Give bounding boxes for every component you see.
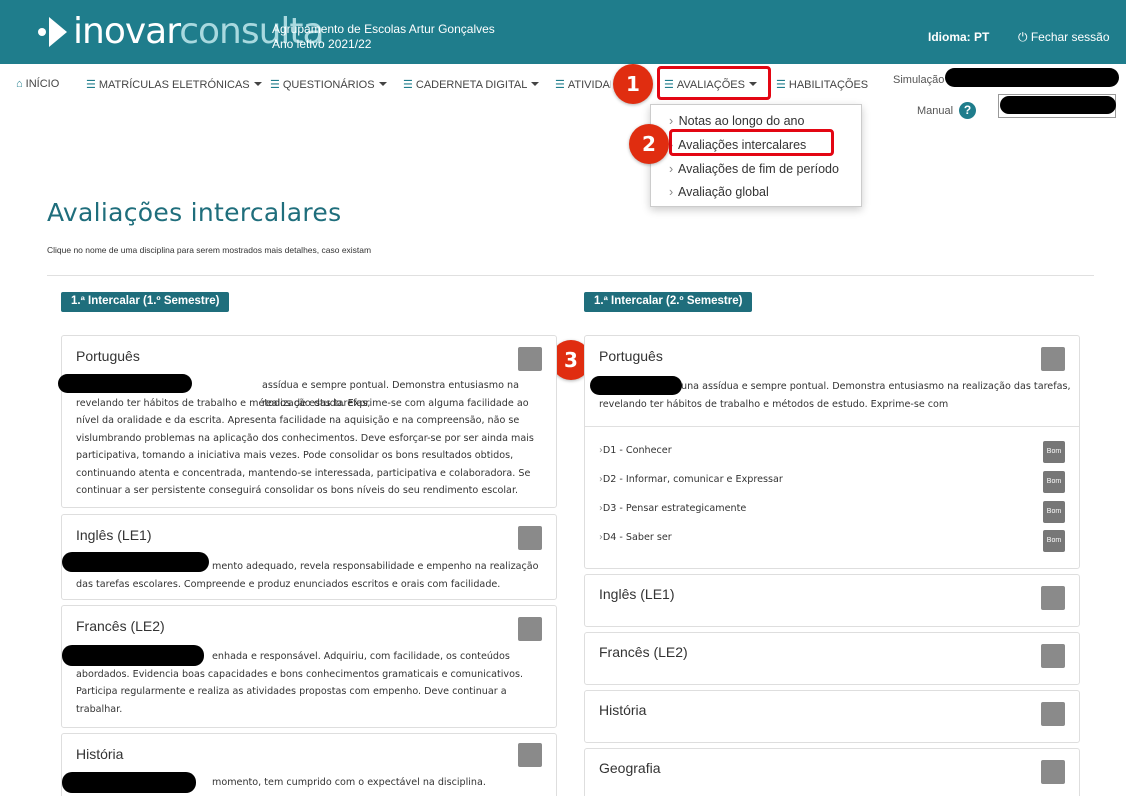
expand-button[interactable]	[1041, 644, 1065, 668]
subject-title[interactable]: Português	[76, 348, 140, 364]
subject-title[interactable]: Inglês (LE1)	[599, 586, 674, 602]
subject-title[interactable]: Geografia	[599, 760, 660, 776]
domain-row: ›D4 - Saber ser	[599, 532, 672, 543]
comment-line: revelando ter hábitos de trabalho e méto…	[76, 397, 529, 409]
expand-button[interactable]	[1041, 760, 1065, 784]
comment-line: nível da oralidade e da escrita. Apresen…	[76, 415, 520, 426]
page-subtitle: Clique no nome de uma disciplina para se…	[47, 245, 372, 255]
subject-title[interactable]: Francês (LE2)	[76, 618, 165, 634]
manual-link[interactable]: Manual?	[917, 102, 977, 119]
school-year: Ano letivo 2021/22	[272, 37, 372, 51]
comment-line: trabalhar.	[76, 703, 123, 715]
list-icon: ☰	[776, 79, 786, 91]
list-icon: ☰	[86, 79, 96, 91]
subject-title[interactable]: História	[76, 746, 123, 762]
school-info: Agrupamento de Escolas Artur Gonçalves A…	[272, 22, 495, 52]
subject-title[interactable]: Português	[599, 348, 663, 364]
dropdown-item-fim-periodo[interactable]: › Avaliações de fim de período	[669, 162, 839, 176]
expand-button[interactable]	[1041, 586, 1065, 610]
redacted-name	[62, 552, 209, 572]
comment-line: enhada e responsável. Adquiriu, com faci…	[212, 651, 510, 662]
comment-line: revelando ter hábitos de trabalho e méto…	[599, 398, 949, 410]
top-header: inovarconsulta Agrupamento de Escolas Ar…	[0, 0, 1126, 64]
dropdown-item-global[interactable]: › Avaliação global	[669, 185, 769, 199]
page-title: Avaliações intercalares	[47, 198, 342, 227]
comment-line: continuar a ser persistente conseguirá c…	[76, 485, 519, 496]
subject-title[interactable]: História	[599, 702, 646, 718]
annotation-badge-1: 1	[613, 64, 653, 104]
comment-line: abordados. Evidencia boas capacidades e …	[76, 668, 524, 680]
chevron-right-icon: ›	[669, 114, 674, 128]
nav-habilitacoes[interactable]: ☰ HABILITAÇÕES	[776, 78, 868, 91]
subject-title[interactable]: Inglês (LE1)	[76, 527, 151, 543]
expand-button[interactable]	[518, 526, 542, 550]
highlight-intercalares	[669, 129, 834, 156]
domain-row: ›D1 - Conhecer	[599, 445, 672, 456]
expand-button[interactable]	[518, 617, 542, 641]
subject-panel-historia-2: História	[584, 690, 1080, 743]
comment-line: mento adequado, revela responsabilidade …	[212, 561, 539, 572]
expand-button[interactable]	[1041, 702, 1065, 726]
redacted-name	[62, 645, 204, 666]
subject-panel-geografia: Geografia	[584, 748, 1080, 796]
divider	[47, 275, 1094, 276]
nav-atividades[interactable]: ☰ATIVIDADES	[555, 78, 611, 91]
section-label-1-semestre: 1.ª Intercalar (1.º Semestre)	[61, 292, 230, 312]
comment-line: das tarefas escolares. Compreende e prod…	[76, 578, 501, 590]
highlight-avaliacoes	[657, 66, 771, 100]
comment-line: participativa, tomando a iniciativa mais…	[76, 450, 514, 461]
subject-panel-portugues-2: Português una assídua e sempre pontual. …	[584, 335, 1080, 569]
dropdown-item-notas[interactable]: › Notas ao longo do ano	[669, 114, 804, 128]
school-name: Agrupamento de Escolas Artur Gonçalves	[272, 22, 495, 36]
expand-button[interactable]	[518, 347, 542, 371]
list-icon: ☰	[403, 79, 413, 91]
power-icon: ⏻	[1018, 30, 1031, 44]
grade-badge: Bom	[1043, 501, 1065, 523]
subject-panel-frances: Francês (LE2) enhada e responsável. Adqu…	[61, 605, 557, 728]
subject-panel-portugues: Português assídua e sempre pontual. Demo…	[61, 335, 557, 508]
annotation-badge-2: 2	[629, 124, 669, 164]
logo-mark-icon	[38, 17, 67, 47]
subject-panel-frances-2: Francês (LE2)	[584, 632, 1080, 685]
comment-line: momento, tem cumprido com o expectável n…	[212, 777, 486, 788]
nav-inicio[interactable]: ⌂ INÍCIO	[16, 78, 59, 90]
nav-matriculas[interactable]: ☰ MATRÍCULAS ELETRÓNICAS	[86, 78, 262, 91]
comment-line: Participa regularmente e realiza as ativ…	[76, 686, 507, 697]
comment-line: vislumbrando problemas na aplicação dos …	[76, 432, 534, 444]
caret-down-icon	[531, 82, 540, 86]
grade-badge: Bom	[1043, 471, 1065, 493]
chevron-right-icon: ›	[669, 185, 674, 199]
redacted-name	[590, 376, 682, 395]
list-icon: ☰	[555, 79, 565, 91]
comment-line: continuando atenta e concentrada, manten…	[76, 467, 531, 479]
logout-button[interactable]: ⏻ Fechar sessão	[1018, 30, 1110, 45]
redacted-name	[62, 772, 196, 793]
domain-row: ›D2 - Informar, comunicar e Expressar	[599, 474, 783, 485]
nav-caderneta[interactable]: ☰ CADERNETA DIGITAL	[403, 78, 540, 91]
section-label-2-semestre: 1.ª Intercalar (2.º Semestre)	[584, 292, 753, 312]
nav-questionarios[interactable]: ☰ QUESTIONÁRIOS	[270, 78, 387, 91]
home-icon: ⌂	[16, 78, 23, 90]
chevron-right-icon: ›	[669, 162, 674, 176]
subject-title[interactable]: Francês (LE2)	[599, 644, 688, 660]
grade-badge: Bom	[1043, 441, 1065, 463]
redacted-name	[58, 374, 192, 393]
expand-button[interactable]	[1041, 347, 1065, 371]
redacted-input	[1000, 96, 1116, 114]
redacted-simulation	[945, 68, 1119, 87]
grade-badge: Bom	[1043, 530, 1065, 552]
expand-button[interactable]	[518, 743, 542, 767]
caret-down-icon	[253, 82, 262, 86]
subject-panel-ingles-2: Inglês (LE1)	[584, 574, 1080, 627]
list-icon: ☰	[270, 79, 280, 91]
help-icon: ?	[959, 102, 977, 119]
language-selector[interactable]: Idioma: PT	[928, 30, 989, 44]
domain-row: ›D3 - Pensar estrategicamente	[599, 503, 747, 514]
caret-down-icon	[378, 82, 387, 86]
comment-line: una assídua e sempre pontual. Demonstra …	[681, 381, 1071, 392]
simulation-label: Simulação	[893, 74, 945, 86]
